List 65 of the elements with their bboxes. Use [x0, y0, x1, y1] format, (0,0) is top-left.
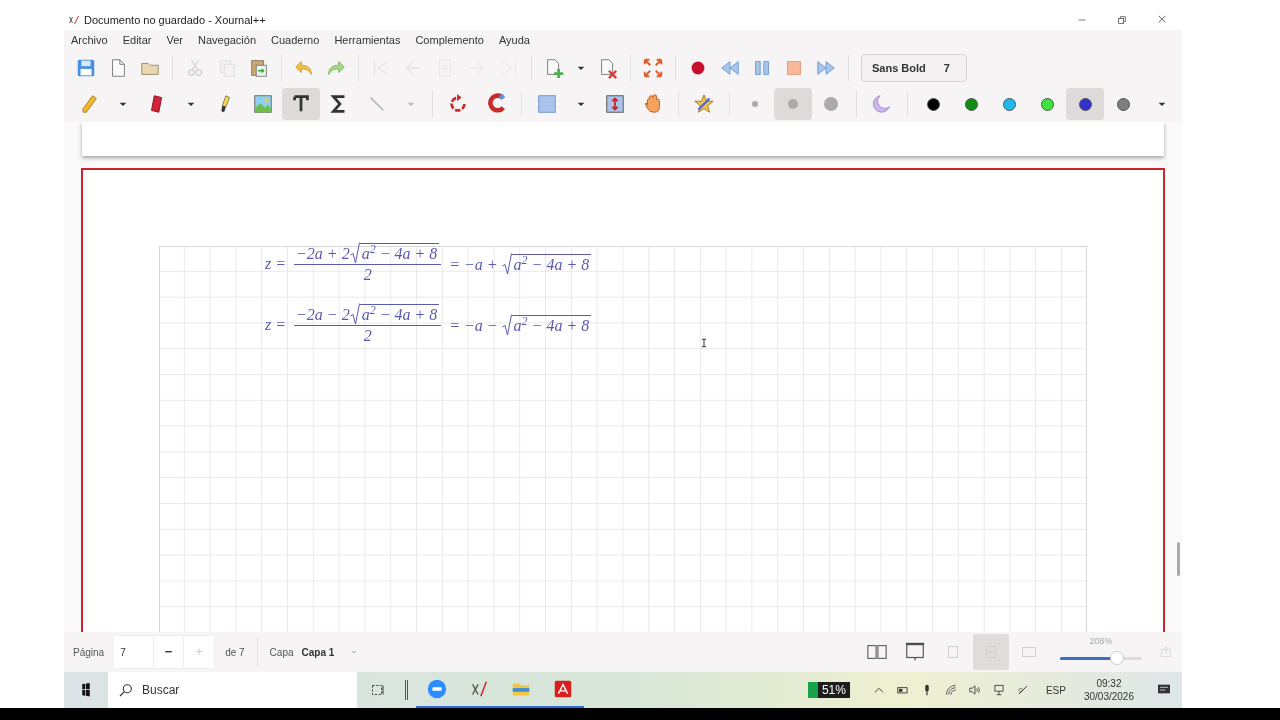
menu-item[interactable]: Ayuda: [498, 31, 530, 49]
presentation-icon[interactable]: [904, 641, 926, 663]
page-count: de 7: [225, 645, 245, 660]
equation-rhs: = −a +: [449, 254, 498, 275]
page-label: Página: [73, 645, 105, 660]
search-input[interactable]: Buscar: [142, 681, 347, 699]
pen-tray-icon[interactable]: [1015, 683, 1030, 697]
numerator-text: −2a + 2: [296, 244, 350, 264]
equation-lhs: z =: [265, 314, 287, 335]
radicand: a$^{2}$ − 4a + 8: [359, 243, 440, 264]
paste-icon[interactable]: [248, 57, 270, 79]
radical-sign-icon: [501, 313, 512, 336]
medium-dot-button[interactable]: [774, 88, 812, 120]
text-cursor-icon: [700, 336, 708, 350]
radical-sign-icon: [501, 252, 512, 275]
rotate-icon: [447, 93, 469, 115]
equation-rhs: = −a −: [449, 315, 498, 336]
menu-item[interactable]: Ver: [166, 31, 183, 49]
star-pen-icon: [693, 93, 715, 115]
presenter-icon[interactable]: [991, 683, 1006, 697]
layer-label: Capa: [269, 645, 294, 660]
app-logo-icon: [68, 14, 80, 26]
numerator-text: −2a − 2: [296, 305, 350, 325]
denominator-text: 2: [363, 265, 372, 285]
menu-item[interactable]: Archivo: [71, 31, 108, 49]
radicand: a$^{2}$ − 4a + 8: [511, 253, 592, 275]
fill-icon: [871, 93, 893, 115]
image-icon: [252, 93, 274, 115]
menu-item[interactable]: Herramientas: [334, 31, 401, 49]
clock-time: 09:32: [1096, 677, 1122, 690]
radicand: a$^{2}$ − 4a + 8: [511, 314, 592, 336]
page-number-field[interactable]: 7: [114, 636, 155, 668]
decrement-button[interactable]: −: [154, 636, 185, 668]
rectangle-icon: [536, 93, 558, 115]
color-button[interactable]: [1066, 88, 1104, 120]
language-indicator[interactable]: ESP: [1045, 682, 1066, 698]
small-dot-icon: [752, 101, 758, 107]
window-title: Documento no guardado - Xournal++: [84, 12, 266, 28]
radicand: a$^{2}$ − 4a + 8: [359, 304, 440, 325]
video-app-icon[interactable]: [426, 678, 448, 700]
vertical-space-icon: [604, 93, 626, 115]
scrollbar-thumb[interactable]: [1177, 542, 1180, 576]
menu-item[interactable]: Editar: [122, 31, 152, 49]
font-button[interactable]: Sans Bold 7: [861, 54, 967, 82]
denominator-text: 2: [363, 326, 372, 346]
page-number-input[interactable]: 7: [114, 644, 154, 660]
search-field[interactable]: Buscar: [108, 672, 357, 708]
battery-indicator: 51%: [807, 682, 850, 698]
zoom-percent: 208%: [1089, 635, 1113, 649]
wifi-icon[interactable]: [943, 683, 958, 697]
pdf-app-icon[interactable]: [552, 678, 574, 700]
clock-date: 30/03/2026: [1083, 690, 1134, 703]
magnet-icon: [485, 93, 507, 115]
large-dot-icon: [824, 97, 838, 111]
layer-name: Capa 1: [301, 645, 335, 660]
menu-item[interactable]: Complemento: [415, 31, 484, 49]
save-icon[interactable]: [75, 57, 97, 79]
fullscreen-icon[interactable]: [642, 57, 664, 79]
search-icon: [118, 682, 134, 698]
equation-lhs: z =: [265, 253, 287, 274]
speaker-icon[interactable]: [967, 683, 982, 697]
text-tool-button[interactable]: [282, 88, 320, 120]
menu-item[interactable]: Navegación: [197, 31, 257, 49]
medium-dot-icon: [788, 99, 798, 109]
menu-item[interactable]: Cuaderno: [271, 31, 320, 49]
